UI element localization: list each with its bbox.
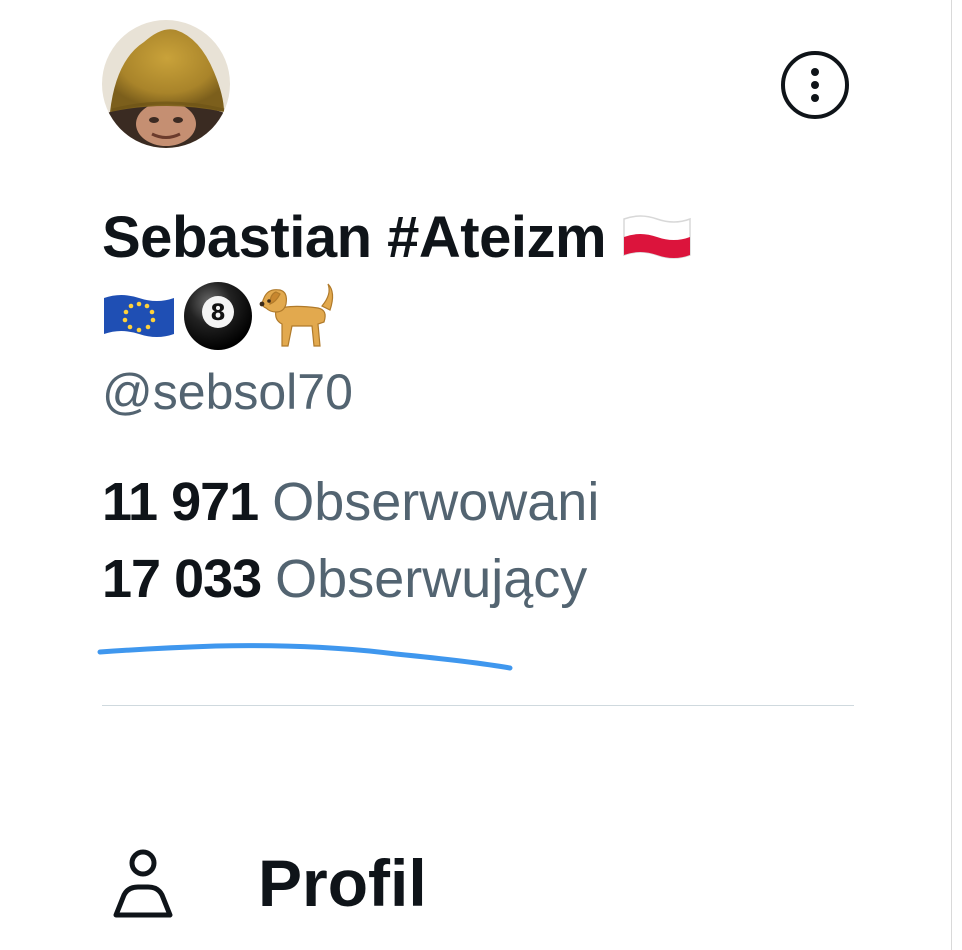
user-handle: @sebsol70 — [102, 364, 353, 420]
followers-link[interactable]: 17 033 Obserwujący — [102, 547, 587, 611]
flag-eu-icon — [104, 295, 174, 337]
following-label: Obserwowani — [272, 472, 600, 532]
name-emoji-row: 8 — [102, 280, 338, 352]
section-divider — [102, 705, 854, 706]
avatar-image — [102, 20, 230, 148]
following-link[interactable]: 11 971 Obserwowani — [102, 470, 599, 534]
menu-item-profile[interactable]: Profil — [102, 838, 427, 928]
followers-count: 17 033 — [102, 549, 262, 609]
display-name-text: Sebastian #Ateizm — [102, 205, 607, 270]
flag-poland-icon — [623, 214, 691, 259]
svg-text:8: 8 — [210, 301, 225, 326]
billiard-8-ball-icon: 8 — [184, 282, 252, 350]
following-count: 11 971 — [102, 472, 259, 532]
more-options-icon — [811, 68, 819, 102]
drawer-edge — [951, 0, 952, 950]
account-drawer: Sebastian #Ateizm 8 @sebsol70 11 971 Obs… — [0, 0, 962, 950]
menu-item-profile-label: Profil — [258, 846, 427, 920]
more-options-button[interactable] — [781, 51, 849, 119]
person-icon — [113, 849, 173, 918]
dog-icon — [259, 283, 334, 347]
annotation-underline — [97, 643, 513, 671]
followers-label: Obserwujący — [275, 549, 588, 609]
display-name[interactable]: Sebastian #Ateizm — [102, 202, 842, 274]
avatar[interactable] — [102, 20, 230, 148]
